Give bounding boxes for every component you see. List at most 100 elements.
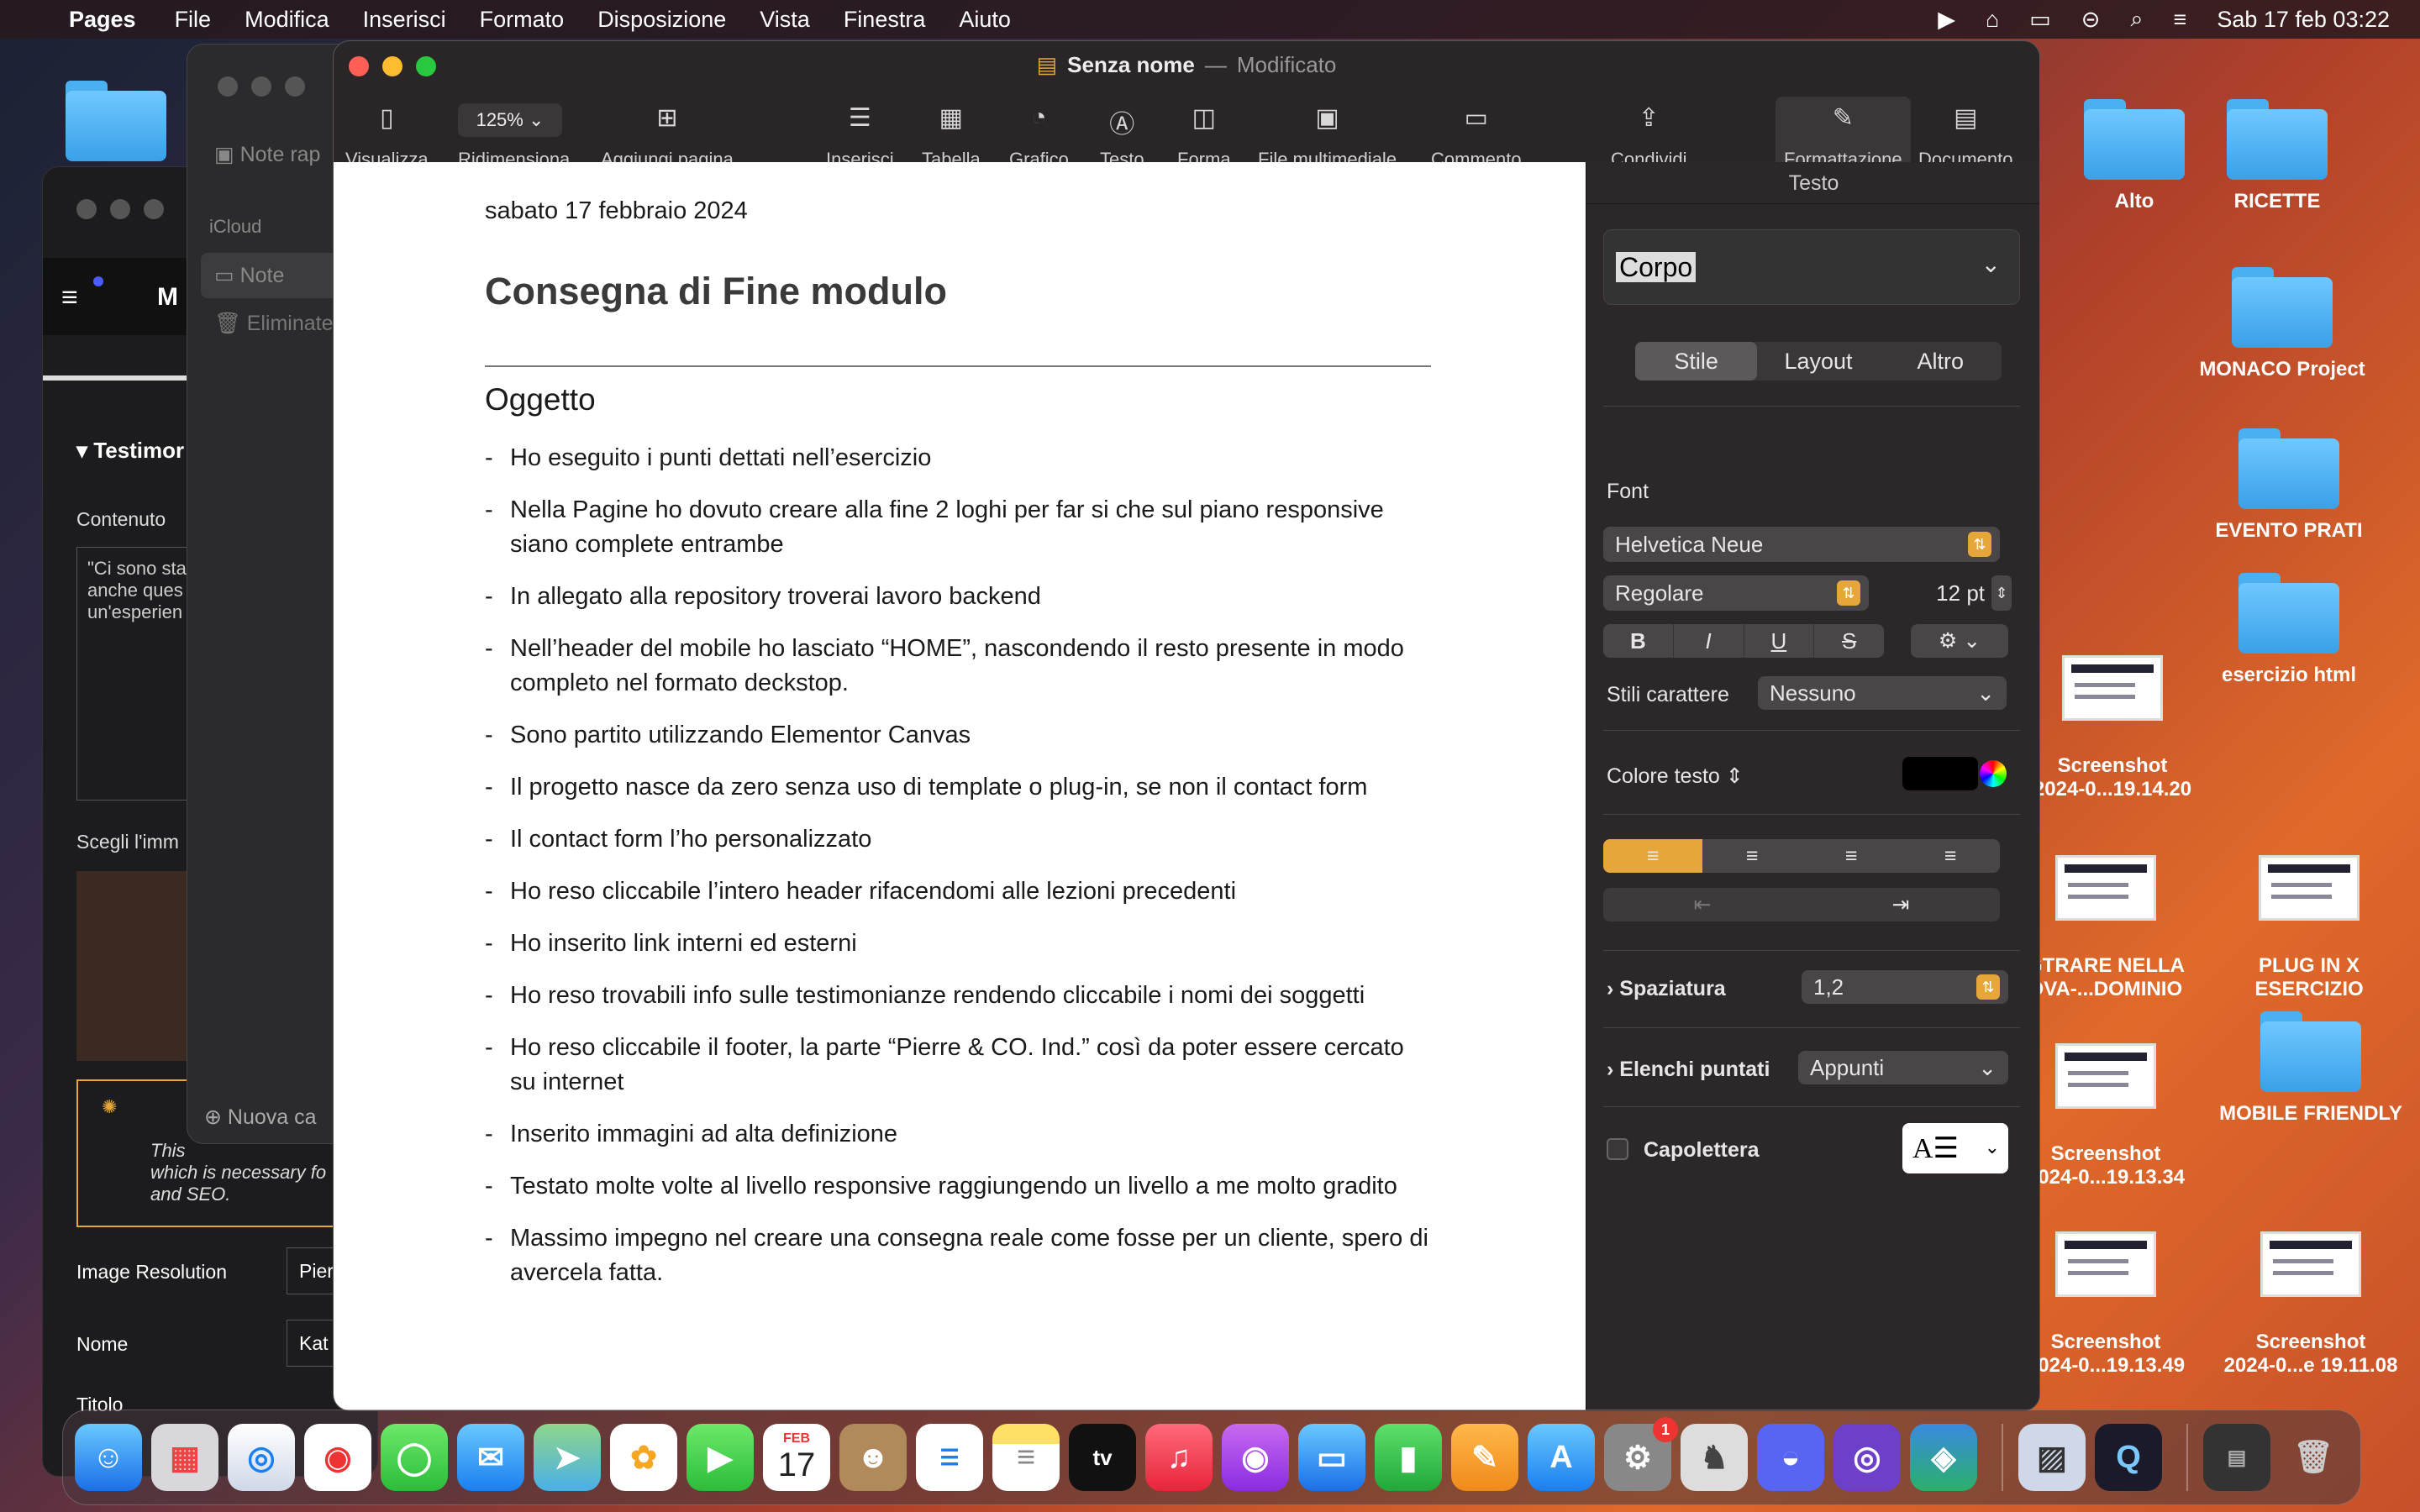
align-justify-icon[interactable]: ≡ — [1901, 839, 2000, 873]
document-date[interactable]: sabato 17 febbraio 2024 — [485, 197, 748, 225]
github-desktop-icon[interactable]: ◎ — [1833, 1424, 1901, 1491]
menu-insert[interactable]: Inserisci — [363, 7, 446, 33]
desktop-folder-left[interactable] — [24, 81, 208, 171]
view-button[interactable]: ▯ Visualizza — [345, 103, 429, 171]
list-item[interactable]: Il progetto nasce da zero senza uso di t… — [485, 770, 1431, 805]
control-icon[interactable]: ⊝ — [2081, 7, 2101, 33]
spacing-disclosure[interactable]: › Spaziatura — [1607, 977, 1726, 1001]
quicktime-icon[interactable]: Q — [2095, 1424, 2162, 1491]
insert-button[interactable]: ☰ Inserisci — [826, 103, 894, 171]
contacts-icon[interactable]: ☻ — [839, 1424, 907, 1491]
bullet-list[interactable]: Ho eseguito i punti dettati nell’eserciz… — [485, 441, 1431, 1308]
spacing-select[interactable]: 1,2 ⇅ — [1802, 970, 2008, 1004]
menu-edit[interactable]: Modifica — [245, 7, 329, 33]
bed-icon[interactable]: ⌂ — [1986, 7, 1999, 33]
zoom-control[interactable]: 125% ⌄ Ridimensiona — [458, 103, 570, 171]
document-subject[interactable]: Oggetto — [485, 382, 596, 417]
hamburger-menu-icon[interactable]: ≡ — [61, 281, 78, 314]
list-item[interactable]: Nella Pagine ho dovuto creare alla fine … — [485, 493, 1431, 562]
text-color-swatch[interactable] — [1902, 757, 1978, 790]
quick-notes-item[interactable]: ▣ Note rap — [214, 142, 320, 167]
desktop-folder-mobile[interactable]: MOBILE FRIENDLY — [2218, 1011, 2403, 1126]
maps-icon[interactable]: ➤ — [534, 1424, 601, 1491]
indent-icon[interactable]: ⇥ — [1802, 888, 2000, 921]
text-color-label[interactable]: Colore testo ⇕ — [1607, 764, 1744, 789]
menu-window[interactable]: Finestra — [844, 7, 926, 33]
desktop-file-screenshot-4[interactable]: Screenshot 2024-0...e 19.11.08 — [2218, 1208, 2403, 1401]
desktop-file-plugin[interactable]: PLUG IN X ESERCIZIO — [2217, 832, 2402, 1025]
calendar-icon[interactable]: FEB 17 — [763, 1424, 830, 1491]
dropcap-style-select[interactable]: A☰ ⌄ — [1902, 1123, 2008, 1173]
desktop-folder-evento[interactable]: EVENTO PRATI — [2196, 428, 2381, 543]
photos-icon[interactable]: ✿ — [610, 1424, 677, 1491]
zoom-select[interactable]: 125% ⌄ — [458, 103, 562, 137]
shape-button[interactable]: ◫ Forma — [1177, 103, 1231, 171]
close-button[interactable] — [349, 56, 369, 76]
testimonial-section-header[interactable]: ▾ Testimor — [76, 438, 184, 464]
mail-icon[interactable]: ✉ — [457, 1424, 524, 1491]
menu-clock[interactable]: Sab 17 feb 03:22 — [2217, 7, 2390, 33]
list-item[interactable]: Nell’header del mobile ho lasciato “HOME… — [485, 632, 1431, 701]
discord-icon[interactable]: ◒ — [1757, 1424, 1824, 1491]
battery-icon[interactable]: ▭ — [2029, 7, 2051, 33]
chart-button[interactable]: ◔ Grafico — [1009, 103, 1069, 171]
preview-icon[interactable]: ▨ — [2018, 1424, 2086, 1491]
align-right-icon[interactable]: ≡ — [1802, 839, 1901, 873]
tab-style[interactable]: Stile — [1635, 342, 1758, 381]
notes-icon[interactable]: ≡ — [992, 1424, 1060, 1491]
text-button[interactable]: Ⓐ Testo — [1100, 103, 1144, 171]
desktop-file-screenshot-2[interactable]: Screenshot 2024-0...19.13.34 — [2013, 1020, 2198, 1213]
minimize-button[interactable] — [382, 56, 402, 76]
list-item[interactable]: Ho reso cliccabile il footer, la parte “… — [485, 1031, 1431, 1100]
zoom-button[interactable] — [416, 56, 436, 76]
list-item[interactable]: Il contact form l’ho personalizzato — [485, 822, 1431, 857]
metatrader-icon[interactable]: ◈ — [1910, 1424, 1977, 1491]
document-heading[interactable]: Consegna di Fine modulo — [485, 270, 947, 313]
align-left-icon[interactable]: ≡ — [1603, 839, 1702, 873]
downloads-stack-icon[interactable]: ▤ — [2203, 1424, 2270, 1491]
pages-icon[interactable]: ✎ — [1451, 1424, 1518, 1491]
add-page-button[interactable]: ⊞ Aggiungi pagina — [601, 103, 734, 171]
desktop-folder-esercizio[interactable]: esercizio html — [2196, 573, 2381, 687]
desktop-file-screenshot-3[interactable]: Screenshot 2024-0...19.13.49 — [2013, 1208, 2198, 1401]
keynote-icon[interactable]: ▭ — [1298, 1424, 1365, 1491]
tab-layout[interactable]: Layout — [1757, 342, 1879, 381]
color-wheel-icon[interactable] — [1980, 760, 2007, 787]
finder-icon[interactable]: ☺ — [75, 1424, 142, 1491]
comment-button[interactable]: ▭ Commento — [1431, 103, 1522, 171]
underline-button[interactable]: U — [1744, 624, 1815, 658]
control-center-icon[interactable]: ≡ — [2174, 7, 2187, 33]
menu-file[interactable]: File — [175, 7, 212, 33]
launchpad-icon[interactable]: ▦ — [151, 1424, 218, 1491]
align-center-icon[interactable]: ≡ — [1702, 839, 1802, 873]
menu-view[interactable]: Vista — [760, 7, 810, 33]
bold-button[interactable]: B — [1603, 624, 1674, 658]
reminders-icon[interactable]: ☰ — [916, 1424, 983, 1491]
bullets-disclosure[interactable]: › Elenchi puntati — [1607, 1058, 1770, 1082]
deleted-folder-item[interactable]: 🗑 Eliminate — [214, 312, 334, 336]
document-canvas[interactable]: sabato 17 febbraio 2024 Consegna di Fine… — [334, 162, 1586, 1410]
advanced-options-button[interactable]: ⚙ ⌄ — [1911, 624, 2008, 658]
play-status-icon[interactable]: ▶ — [1938, 7, 1955, 33]
dropcap-checkbox[interactable] — [1607, 1138, 1628, 1160]
facetime-icon[interactable]: ▶ — [687, 1424, 754, 1491]
strikethrough-button[interactable]: S — [1814, 624, 1884, 658]
char-styles-select[interactable]: Nessuno ⌄ — [1758, 676, 2007, 710]
desktop-file-screenshot-1[interactable]: Screenshot 2024-0...19.14.20 — [2020, 632, 2205, 825]
list-item[interactable]: Ho inserito link interni ed esterni — [485, 927, 1431, 961]
podcasts-icon[interactable]: ◉ — [1222, 1424, 1289, 1491]
search-icon[interactable]: ⌕ — [2130, 6, 2143, 33]
chrome-icon[interactable]: ◉ — [304, 1424, 371, 1491]
media-button[interactable]: ▣ File multimediale — [1258, 103, 1397, 171]
safari-icon[interactable]: ◎ — [228, 1424, 295, 1491]
bullets-select[interactable]: Appunti ⌄ — [1798, 1051, 2008, 1084]
share-button[interactable]: ⇪ Condividi — [1611, 103, 1687, 171]
tableplus-icon[interactable]: ♞ — [1681, 1424, 1748, 1491]
pages-window[interactable]: ▤ Senza nome — Modificato ▯ Visualizza 1… — [333, 40, 2040, 1411]
font-family-select[interactable]: Helvetica Neue ⇅ — [1603, 527, 2000, 562]
menu-help[interactable]: Aiuto — [959, 7, 1011, 33]
menu-format[interactable]: Formato — [480, 7, 565, 33]
font-style-select[interactable]: Regolare ⇅ — [1603, 575, 1869, 611]
paragraph-style-select[interactable]: Corpo ⌄ — [1603, 229, 2020, 305]
messages-icon[interactable]: ◯ — [381, 1424, 448, 1491]
